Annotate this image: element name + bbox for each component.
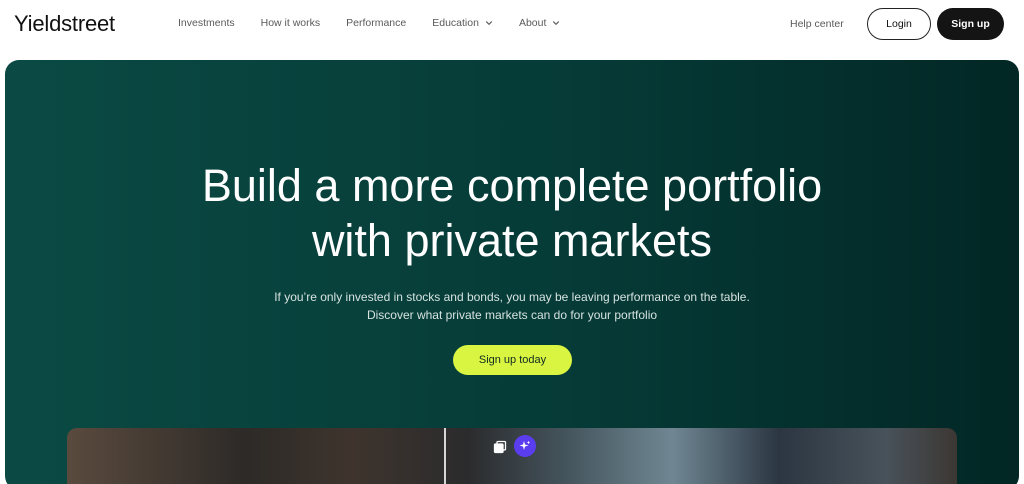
hero-media-preview — [67, 428, 957, 484]
login-button[interactable]: Login — [867, 8, 931, 40]
nav-item-label: Education — [432, 17, 479, 29]
hero-title-line: with private markets — [311, 215, 713, 266]
nav-item-about[interactable]: About — [519, 17, 560, 29]
signup-today-button[interactable]: Sign up today — [453, 345, 572, 375]
nav-item-label: Performance — [346, 17, 407, 29]
nav-item-label: Investments — [178, 17, 235, 29]
hero-section: Build a more complete portfolio with pri… — [5, 60, 1019, 484]
sparkle-glyph-icon — [519, 440, 531, 450]
nav-item-how-it-works[interactable]: How it works — [261, 17, 321, 29]
hero-subtitle-line: Discover what private markets can do for… — [366, 308, 658, 322]
copy-icon[interactable] — [493, 440, 507, 454]
nav-item-label: How it works — [260, 17, 321, 29]
chevron-down-icon — [485, 21, 492, 25]
nav-item-label: About — [518, 17, 547, 29]
brand-logo[interactable]: Yieldstreet — [14, 11, 115, 37]
chevron-down-icon — [553, 21, 560, 25]
nav-item-performance[interactable]: Performance — [346, 17, 406, 29]
page: Yieldstreet Investments How it works Per… — [0, 0, 1024, 484]
hero-title-line: Build a more complete portfolio — [201, 160, 823, 211]
hero-subtitle-line: If you’re only invested in stocks and bo… — [274, 290, 750, 304]
nav-item-investments[interactable]: Investments — [178, 17, 235, 29]
hero-title: Build a more complete portfolio with pri… — [5, 158, 1019, 268]
site-header: Yieldstreet Investments How it works Per… — [0, 0, 1024, 50]
media-divider — [444, 428, 446, 484]
signup-button[interactable]: Sign up — [937, 8, 1004, 40]
sparkle-icon[interactable] — [514, 435, 536, 457]
hero-subtitle: If you’re only invested in stocks and bo… — [5, 288, 1019, 324]
nav-item-education[interactable]: Education — [432, 17, 493, 29]
help-center-link[interactable]: Help center — [790, 18, 844, 30]
main-nav: Investments How it works Performance Edu… — [178, 17, 586, 29]
